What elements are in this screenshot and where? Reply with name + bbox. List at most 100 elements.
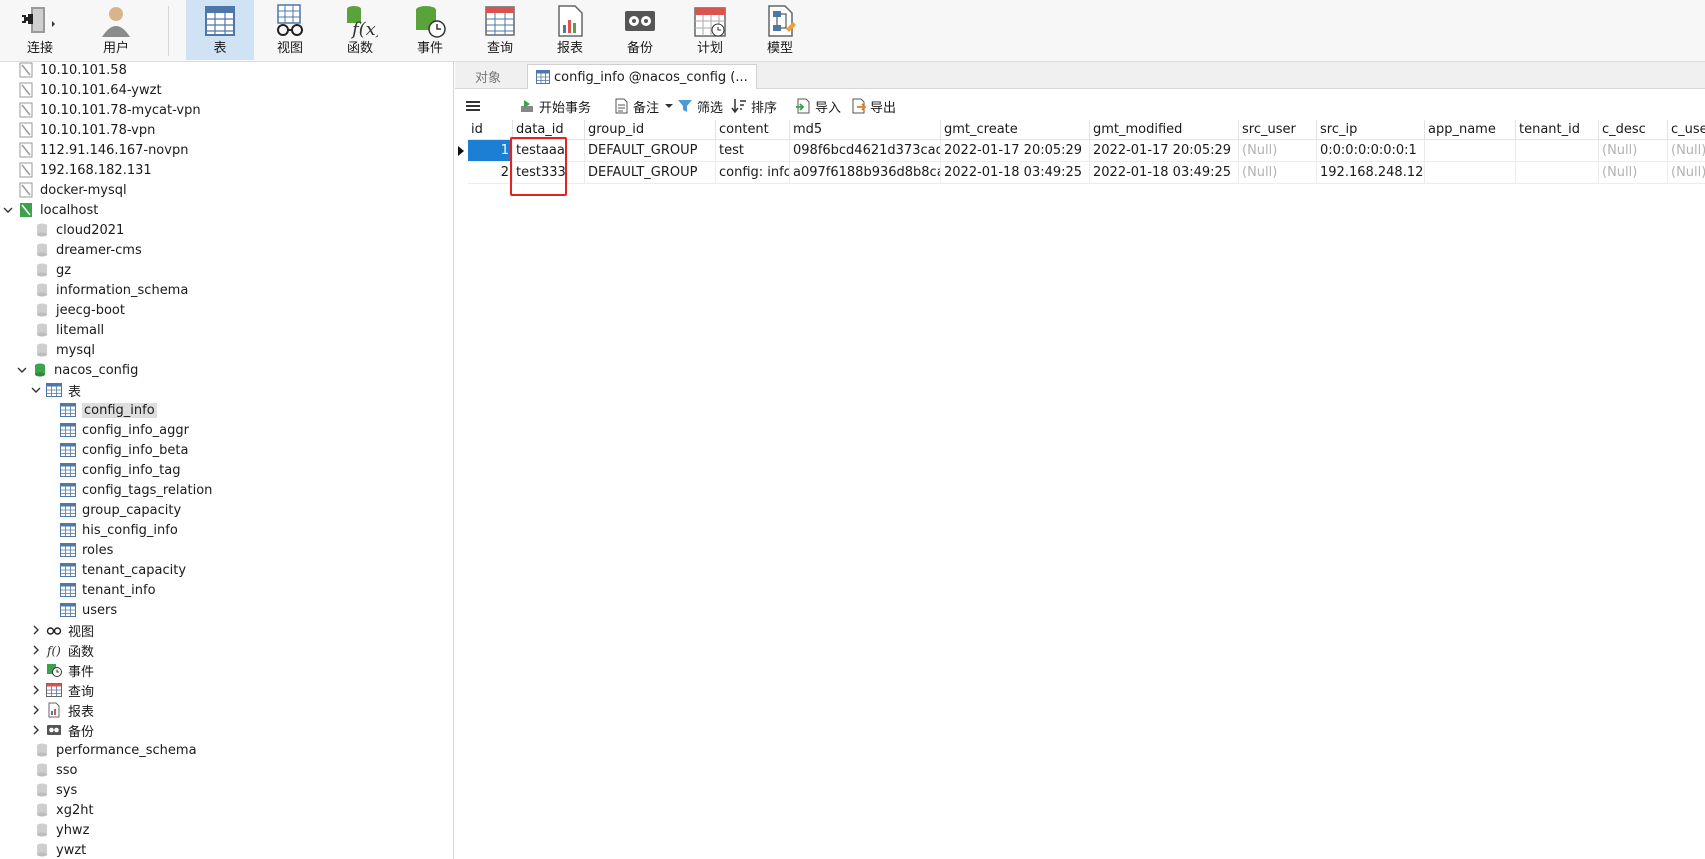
tree-table-config-info-aggr[interactable]: config_info_aggr [60, 420, 189, 440]
tree-database[interactable]: xg2ht [34, 800, 94, 820]
filter-button[interactable]: 筛选 [677, 95, 723, 117]
grid-cell-app-name[interactable] [1425, 140, 1516, 162]
grid-cell-tenant-id[interactable] [1516, 140, 1599, 162]
export-button[interactable]: 导出 [850, 95, 896, 117]
chevron-right-icon[interactable] [30, 684, 42, 696]
tree-database[interactable]: sso [34, 760, 78, 780]
grid-cell-md5[interactable]: a097f6188b936d8b8ca094 [790, 162, 941, 184]
tree-database[interactable]: cloud2021 [34, 220, 124, 240]
column-header-id[interactable]: id [468, 120, 513, 140]
tree-table-his-config-info[interactable]: his_config_info [60, 520, 178, 540]
toolbar-connect-button[interactable]: 连接 [6, 0, 74, 60]
tree-table-roles[interactable]: roles [60, 540, 113, 560]
toolbar-event-button[interactable]: 事件 [396, 0, 464, 60]
column-header-md5[interactable]: md5 [790, 120, 941, 140]
grid-cell-group-id[interactable]: DEFAULT_GROUP [585, 140, 716, 162]
grid-cell-src-user[interactable]: (Null) [1239, 162, 1317, 184]
tree-database[interactable]: sys [34, 780, 77, 800]
grid-cell-gmt-create[interactable]: 2022-01-17 20:05:29 [941, 140, 1090, 162]
tree-database[interactable]: ywzt [34, 840, 86, 859]
toolbar-table-button[interactable]: 表 [186, 0, 254, 60]
grid-cell-id[interactable]: 2 [468, 162, 513, 184]
grid-cell-gmt-create[interactable]: 2022-01-18 03:49:25 [941, 162, 1090, 184]
chevron-down-icon[interactable] [2, 204, 14, 216]
column-header-tenant-id[interactable]: tenant_id [1516, 120, 1599, 140]
grid-cell-c-use[interactable]: (Null) [1668, 162, 1705, 184]
tree-database[interactable]: jeecg-boot [34, 300, 125, 320]
tree-database[interactable]: yhwz [34, 820, 89, 840]
toolbar-model-button[interactable]: 模型 [746, 0, 814, 60]
toolbar-function-button[interactable]: f(x) 函数 [326, 0, 394, 60]
sort-button[interactable]: 排序 [731, 95, 777, 117]
tree-database[interactable]: gz [34, 260, 71, 280]
grid-cell-c-desc[interactable]: (Null) [1599, 162, 1668, 184]
grid-cell-src-user[interactable]: (Null) [1239, 140, 1317, 162]
tree-connection-localhost[interactable]: localhost [2, 200, 98, 220]
column-header-content[interactable]: content [716, 120, 790, 140]
tree-database-nacos-config[interactable]: nacos_config [16, 360, 138, 380]
column-header-app-name[interactable]: app_name [1425, 120, 1516, 140]
tree-connection[interactable]: 112.91.146.167-novpn [18, 140, 188, 160]
tree-group-2[interactable]: 事件 [30, 660, 94, 680]
import-button[interactable]: 导入 [795, 95, 841, 117]
tree-table-config-info-tag[interactable]: config_info_tag [60, 460, 180, 480]
tree-table-tenant-info[interactable]: tenant_info [60, 580, 156, 600]
tree-table-users[interactable]: users [60, 600, 117, 620]
tree-connection[interactable]: 10.10.101.58 [18, 62, 127, 80]
chevron-right-icon[interactable] [30, 664, 42, 676]
grid-cell-gmt-modified[interactable]: 2022-01-17 20:05:29 [1090, 140, 1239, 162]
tree-table-group-capacity[interactable]: group_capacity [60, 500, 181, 520]
grid-cell-src-ip[interactable]: 0:0:0:0:0:0:0:1 [1317, 140, 1425, 162]
grid-cell-c-desc[interactable]: (Null) [1599, 140, 1668, 162]
tab-config-info[interactable]: config_info @nacos_config (... [527, 64, 757, 89]
tree-connection[interactable]: 10.10.101.78-mycat-vpn [18, 100, 201, 120]
tree-group-1[interactable]: f() 函数 [30, 640, 94, 660]
tree-group-4[interactable]: 报表 [30, 700, 94, 720]
tree-connection[interactable]: 192.168.182.131 [18, 160, 152, 180]
grid-cell-gmt-modified[interactable]: 2022-01-18 03:49:25 [1090, 162, 1239, 184]
tree-connection[interactable]: 10.10.101.64-ywzt [18, 80, 162, 100]
chevron-right-icon[interactable] [30, 644, 42, 656]
tree-group-0[interactable]: 视图 [30, 620, 94, 640]
column-header-c-desc[interactable]: c_desc [1599, 120, 1668, 140]
column-header-src-user[interactable]: src_user [1239, 120, 1317, 140]
tree-database[interactable]: dreamer-cms [34, 240, 142, 260]
tree-table-config-info[interactable]: config_info [60, 400, 157, 420]
toolbar-report-button[interactable]: 报表 [536, 0, 604, 60]
column-header-gmt-create[interactable]: gmt_create [941, 120, 1090, 140]
tree-table-tenant-capacity[interactable]: tenant_capacity [60, 560, 186, 580]
tree-table-config-tags-relation[interactable]: config_tags_relation [60, 480, 212, 500]
toolbar-query-button[interactable]: 查询 [466, 0, 534, 60]
tree-database[interactable]: performance_schema [34, 740, 197, 760]
tree-table-config-info-beta[interactable]: config_info_beta [60, 440, 188, 460]
chevron-right-icon[interactable] [30, 724, 42, 736]
column-header-c-use[interactable]: c_use [1668, 120, 1705, 140]
tree-connection[interactable]: 10.10.101.78-vpn [18, 120, 155, 140]
toolbar-backup-button[interactable]: 备份 [606, 0, 674, 60]
grid-cell-id[interactable]: 1 [468, 140, 513, 162]
toolbar-view-button[interactable]: 视图 [256, 0, 324, 60]
tree-database[interactable]: information_schema [34, 280, 188, 300]
note-button[interactable]: 备注 [613, 95, 674, 117]
tree-group-3[interactable]: 查询 [30, 680, 94, 700]
begin-transaction-button[interactable]: 开始事务 [519, 95, 591, 117]
tree-group-tables[interactable]: 表 [30, 380, 81, 400]
column-header-gmt-modified[interactable]: gmt_modified [1090, 120, 1239, 140]
toolbar-user-button[interactable]: 用户 [82, 0, 150, 60]
column-header-group-id[interactable]: group_id [585, 120, 716, 140]
grid-cell-src-ip[interactable]: 192.168.248.128 [1317, 162, 1425, 184]
grid-cell-group-id[interactable]: DEFAULT_GROUP [585, 162, 716, 184]
grid-cell-content[interactable]: config: info [716, 162, 790, 184]
column-header-src-ip[interactable]: src_ip [1317, 120, 1425, 140]
tree-connection[interactable]: docker-mysql [18, 180, 127, 200]
menu-button[interactable] [465, 95, 481, 117]
grid-cell-tenant-id[interactable] [1516, 162, 1599, 184]
chevron-right-icon[interactable] [30, 704, 42, 716]
tree-group-5[interactable]: 备份 [30, 720, 94, 740]
grid-cell-content[interactable]: test [716, 140, 790, 162]
tab-objects[interactable]: 对象 [467, 64, 509, 89]
grid-cell-app-name[interactable] [1425, 162, 1516, 184]
grid-cell-md5[interactable]: 098f6bcd4621d373cade4e [790, 140, 941, 162]
tree-database[interactable]: mysql [34, 340, 95, 360]
tree-database[interactable]: litemall [34, 320, 104, 340]
